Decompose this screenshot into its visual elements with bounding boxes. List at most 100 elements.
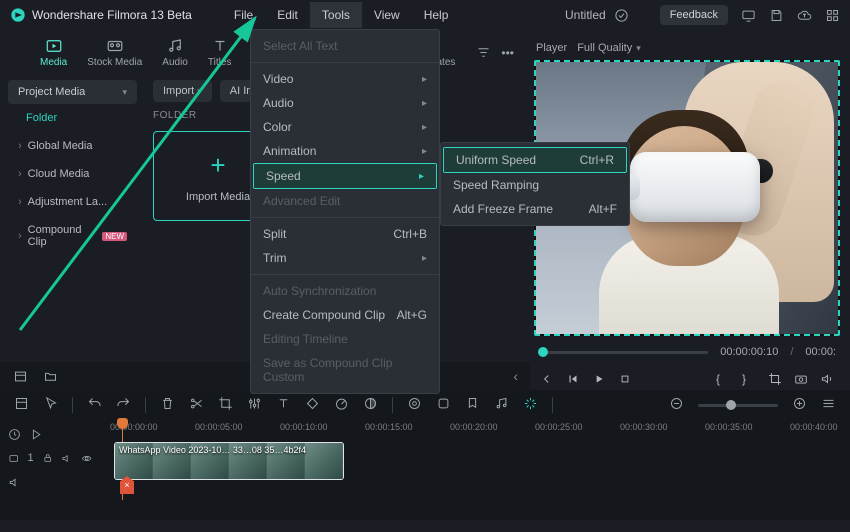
chevron-down-icon: ▾	[122, 87, 127, 98]
mask-icon[interactable]	[436, 396, 451, 414]
track-header-video[interactable]: 1	[8, 448, 92, 468]
redo-icon[interactable]	[116, 396, 131, 414]
menu-animation[interactable]: Animation▸	[251, 139, 439, 163]
menu-view[interactable]: View	[362, 2, 412, 28]
mark-out-icon[interactable]: }	[742, 372, 756, 386]
chevron-right-icon: ▸	[422, 98, 427, 109]
menu-trim[interactable]: Trim▸	[251, 246, 439, 270]
step-back-icon[interactable]	[566, 372, 580, 386]
audio-tool-icon[interactable]	[494, 396, 509, 414]
menu-edit[interactable]: Edit	[265, 2, 310, 28]
tab-stock-media[interactable]: Stock Media	[77, 35, 152, 70]
marker-label: ×	[124, 480, 129, 490]
play-icon[interactable]	[592, 372, 606, 386]
player-label: Player	[536, 42, 567, 54]
delete-icon[interactable]	[160, 396, 175, 414]
sidebar-item-compound-clip[interactable]: Compound Clip NEW	[8, 216, 137, 256]
keyframe-icon[interactable]	[305, 396, 320, 414]
chevron-down-icon: ▾	[197, 86, 202, 97]
cloud-upload-icon[interactable]	[796, 7, 812, 23]
zoom-slider[interactable]	[698, 404, 778, 407]
media-icon	[44, 37, 64, 55]
pointer-tool-icon[interactable]	[43, 396, 58, 414]
menu-file[interactable]: File	[222, 2, 265, 28]
menu-help[interactable]: Help	[412, 2, 461, 28]
timeline-tracks[interactable]: 00:00:00:00 00:00:05:00 00:00:10:00 00:0…	[100, 420, 850, 496]
volume-icon[interactable]	[820, 372, 834, 386]
tab-audio[interactable]: Audio	[152, 35, 198, 70]
timeline-clip[interactable]: WhatsApp Video 2023-10… 33…08 35…4b2f4	[114, 442, 344, 480]
shortcut: Ctrl+R	[580, 153, 614, 167]
menu-add-freeze-frame[interactable]: Add Freeze FrameAlt+F	[441, 197, 629, 221]
timeline-home-icon[interactable]	[14, 396, 29, 414]
tab-media[interactable]: Media	[30, 35, 77, 70]
menu-auto-sync: Auto Synchronization	[251, 279, 439, 303]
audio-icon	[165, 37, 185, 55]
menu-tools[interactable]: Tools	[310, 2, 362, 28]
panel-layout-icon[interactable]	[12, 368, 28, 384]
sidebar-folder[interactable]: Folder	[8, 104, 137, 132]
timeline-options-icon[interactable]	[821, 396, 836, 414]
split-icon[interactable]	[189, 396, 204, 414]
color-tool-icon[interactable]	[363, 396, 378, 414]
ruler-tick: 00:00:40:00	[790, 422, 838, 432]
timeline-ruler[interactable]: 00:00:00:00 00:00:05:00 00:00:10:00 00:0…	[100, 420, 850, 438]
text-tool-icon[interactable]	[276, 396, 291, 414]
effect-icon[interactable]	[407, 396, 422, 414]
titles-icon	[210, 37, 230, 55]
timeline-panel: 1 00:00:00:00 00:00:05:00 00:00:10:00 00…	[0, 390, 850, 520]
adjust-icon[interactable]	[247, 396, 262, 414]
menu-audio-sub[interactable]: Audio▸	[251, 91, 439, 115]
track-header-audio[interactable]	[8, 472, 92, 492]
project-media-label: Project Media	[18, 86, 85, 98]
collapse-icon[interactable]: ‹	[513, 368, 518, 384]
chevron-right-icon: ▸	[422, 146, 427, 157]
folder-open-icon[interactable]	[42, 368, 58, 384]
tab-titles[interactable]: Titles	[198, 35, 242, 70]
zoom-in-icon[interactable]	[792, 396, 807, 414]
feedback-button[interactable]: Feedback	[660, 5, 728, 25]
progress-track[interactable]	[538, 351, 708, 354]
menu-speed-ramping[interactable]: Speed Ramping	[441, 173, 629, 197]
menu-create-compound[interactable]: Create Compound ClipAlt+G	[251, 303, 439, 327]
zoom-knob-icon[interactable]	[726, 400, 736, 410]
marker-tool-icon[interactable]	[465, 396, 480, 414]
timeline-toolbar	[0, 390, 850, 420]
sidebar-item-label: Cloud Media	[28, 168, 90, 180]
display-icon[interactable]	[740, 7, 756, 23]
prev-frame-icon[interactable]	[540, 372, 554, 386]
sidebar-item-adjustment-layer[interactable]: Adjustment La...	[8, 188, 137, 216]
timeline-body: 1 00:00:00:00 00:00:05:00 00:00:10:00 00…	[0, 420, 850, 496]
track-header-timecode[interactable]	[8, 424, 92, 444]
menu-uniform-speed[interactable]: Uniform SpeedCtrl+R	[443, 147, 627, 173]
shortcut: Alt+G	[397, 308, 427, 322]
viewport-top-handle-icon[interactable]	[679, 60, 695, 61]
filter-icon[interactable]	[475, 45, 491, 61]
mark-in-icon[interactable]: {	[716, 372, 730, 386]
apps-grid-icon[interactable]	[824, 7, 840, 23]
crop-icon[interactable]	[768, 372, 782, 386]
ai-tool-icon[interactable]	[523, 396, 538, 414]
menu-split[interactable]: SplitCtrl+B	[251, 222, 439, 246]
sidebar-item-global-media[interactable]: Global Media	[8, 132, 137, 160]
stop-icon[interactable]	[618, 372, 632, 386]
menu-video[interactable]: Video▸	[251, 67, 439, 91]
zoom-out-icon[interactable]	[669, 396, 684, 414]
undo-icon[interactable]	[87, 396, 102, 414]
project-media-button[interactable]: Project Media ▾	[8, 80, 137, 104]
menu-color[interactable]: Color▸	[251, 115, 439, 139]
progress-knob-icon[interactable]	[538, 347, 548, 357]
snapshot-icon[interactable]	[794, 372, 808, 386]
speed-tool-icon[interactable]	[334, 396, 349, 414]
save-icon[interactable]	[768, 7, 784, 23]
tools-dropdown: Select All Text Video▸ Audio▸ Color▸ Ani…	[250, 29, 440, 394]
import-dropdown[interactable]: Import ▾	[153, 80, 212, 102]
sidebar-item-cloud-media[interactable]: Cloud Media	[8, 160, 137, 188]
menu-select-all-text: Select All Text	[251, 34, 439, 58]
menu-speed[interactable]: Speed▸	[253, 163, 437, 189]
more-icon[interactable]: •••	[501, 46, 514, 60]
player-quality-dropdown[interactable]: Full Quality▾	[577, 42, 641, 54]
crop-tool-icon[interactable]	[218, 396, 233, 414]
ruler-tick: 00:00:35:00	[705, 422, 753, 432]
document-title: Untitled	[565, 8, 606, 22]
